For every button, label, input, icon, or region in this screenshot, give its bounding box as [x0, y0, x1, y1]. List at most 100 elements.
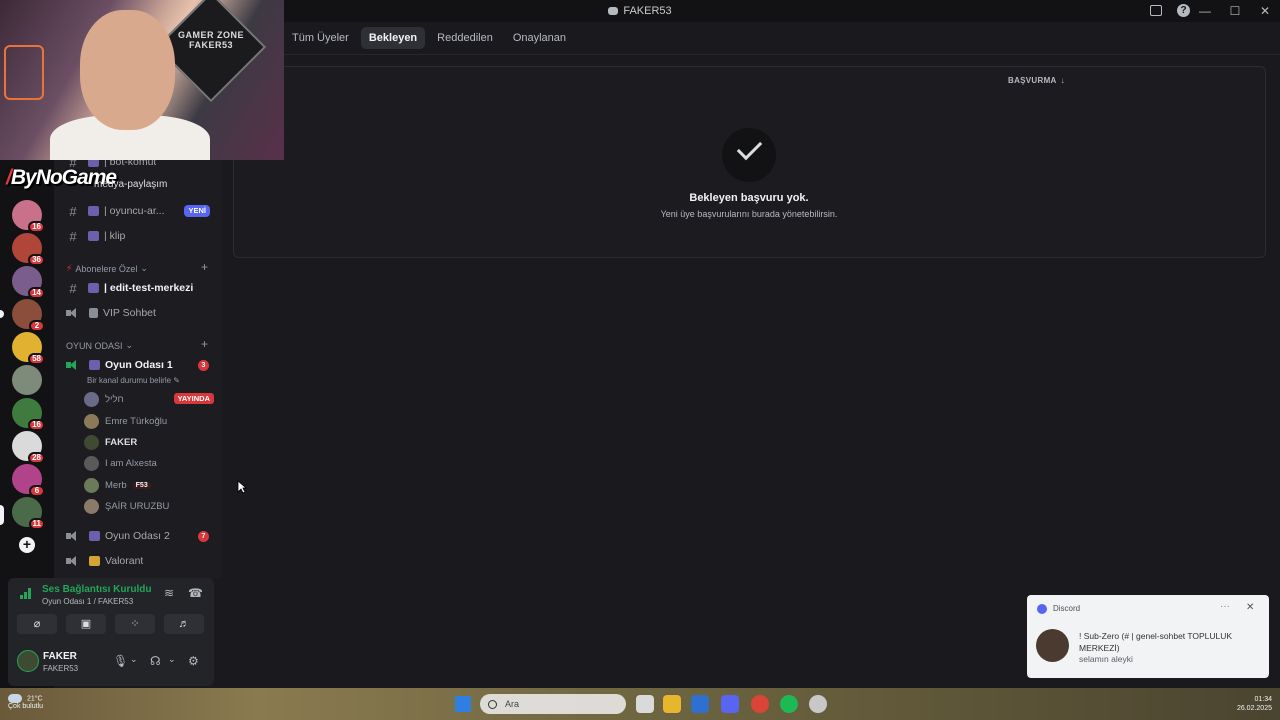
microphone-icon[interactable]: 🎙: [113, 654, 128, 668]
soundboard-button[interactable]: ♬: [164, 614, 204, 634]
sender-avatar: [1036, 629, 1069, 662]
task-view-icon[interactable]: [636, 695, 654, 713]
server-icon[interactable]: 11: [12, 497, 45, 530]
system-tray-clock[interactable]: 01:34 26.02.2025: [1237, 695, 1272, 713]
voice-location[interactable]: Oyun Odası 1 / FAKER53: [42, 597, 133, 606]
channel-edit-test-merkezi[interactable]: # | edit-test-merkezi: [54, 277, 222, 299]
steam-icon[interactable]: [809, 695, 827, 713]
channel-vip-sohbet[interactable]: VIP Sohbet: [54, 302, 222, 324]
sign-text: GAMER ZONE FAKER53: [177, 30, 244, 50]
voice-member[interactable]: Merb F53: [84, 475, 214, 495]
category-subscribers[interactable]: ⚡ Abonelere Özel ⌄: [66, 263, 148, 274]
discord-window: FAKER53 ? — ☐ ✕ Tüm Üyeler Bekleyen Redd…: [0, 0, 1280, 720]
category-label: Abonelere Özel: [75, 263, 138, 274]
server-icon[interactable]: 36: [12, 233, 45, 266]
maximize-button[interactable]: ☐: [1220, 4, 1250, 18]
more-options-icon[interactable]: ···: [1220, 601, 1230, 612]
category-oyun-odasi[interactable]: OYUN ODASI ⌄: [66, 340, 133, 351]
tab-pending[interactable]: Bekleyen: [360, 27, 426, 49]
hash-icon: #: [69, 280, 77, 296]
signal-icon[interactable]: [20, 587, 32, 599]
speaker-icon: [66, 360, 80, 370]
new-badge: YENİ: [184, 205, 210, 217]
chevron-down-icon[interactable]: ⌄: [130, 654, 138, 665]
mention-badge: 11: [28, 518, 45, 530]
tab-approved[interactable]: Onaylanan: [505, 27, 574, 49]
spotify-icon[interactable]: [780, 695, 798, 713]
lightning-icon: ⚡: [66, 263, 73, 273]
webcam-overlay: GAMER ZONE FAKER53: [0, 0, 284, 160]
mention-badge: 36: [28, 254, 45, 266]
windows-start-icon[interactable]: [455, 696, 471, 712]
tab-all-members[interactable]: Tüm Üyeler: [284, 27, 357, 49]
chevron-down-icon[interactable]: ⌄: [168, 654, 176, 665]
voice-status[interactable]: Ses Bağlantısı Kuruldu: [42, 584, 151, 595]
checkmark-icon: [722, 128, 776, 182]
empty-state-subtitle: Yeni üye başvurularını burada yönetebili…: [660, 209, 838, 219]
inbox-icon[interactable]: [1150, 5, 1162, 16]
voice-member[interactable]: FAKER: [84, 432, 214, 452]
server-icon[interactable]: 16: [12, 200, 45, 233]
add-server-button[interactable]: +: [19, 537, 35, 553]
channel-valorant[interactable]: Valorant: [54, 550, 222, 572]
server-icon[interactable]: 16: [12, 398, 45, 431]
disconnect-icon[interactable]: ☎: [188, 586, 203, 600]
server-icon[interactable]: 6: [12, 464, 45, 497]
close-icon[interactable]: ✕: [1246, 602, 1254, 613]
file-explorer-icon[interactable]: [663, 695, 681, 713]
clock-date: 26.02.2025: [1236, 705, 1272, 712]
server-icon[interactable]: 28: [12, 431, 45, 464]
voice-member[interactable]: I am Alxesta: [84, 453, 214, 473]
channel-medya-paylasim[interactable]: medya-paylaşım: [94, 179, 167, 190]
server-icon[interactable]: [12, 365, 42, 395]
user-name[interactable]: FAKER: [43, 651, 77, 662]
help-icon[interactable]: ?: [1177, 4, 1190, 17]
tab-rejected[interactable]: Reddedilen: [429, 27, 501, 49]
category-label: OYUN ODASI: [66, 340, 123, 351]
minimize-button[interactable]: —: [1190, 4, 1220, 18]
gear-icon[interactable]: ⚙: [188, 654, 199, 668]
user-count-badge: 7: [198, 531, 209, 542]
screen-share-button[interactable]: ▣: [66, 614, 106, 634]
store-icon[interactable]: [691, 695, 709, 713]
server-icon[interactable]: 14: [12, 266, 45, 299]
channel-oyun-odasi-1[interactable]: Oyun Odası 1 3: [54, 354, 222, 376]
channel-emoji-icon: [88, 231, 99, 241]
add-channel-icon[interactable]: +: [201, 337, 208, 351]
close-button[interactable]: ✕: [1250, 4, 1280, 18]
user-count-badge: 3: [198, 360, 209, 371]
chevron-down-icon: ⌄: [140, 263, 148, 273]
mention-badge: 14: [28, 287, 45, 299]
headphones-icon[interactable]: ☊: [150, 654, 161, 668]
channel-oyun-odasi-2[interactable]: Oyun Odası 2 7: [54, 525, 222, 547]
camera-button[interactable]: ⌀: [17, 614, 57, 634]
discord-notification[interactable]: Discord ··· ✕ ! Sub-Zero (# | genel-sohb…: [1027, 595, 1269, 678]
avatar[interactable]: [17, 650, 39, 672]
voice-member[interactable]: חליל YAYINDA: [84, 389, 214, 409]
speaker-icon: [66, 556, 80, 566]
sort-control[interactable]: BAŞVURMA ↓: [1008, 76, 1065, 85]
channel-klip[interactable]: # | klip: [54, 225, 222, 247]
voice-member[interactable]: Emre Türkoğlu: [84, 411, 214, 431]
noise-suppression-icon[interactable]: ≋: [164, 586, 174, 600]
channel-label: Oyun Odası 2: [105, 530, 170, 542]
channel-label: | klip: [104, 230, 126, 242]
chrome-icon[interactable]: [751, 695, 769, 713]
channel-status-hint[interactable]: Bir kanal durumu belirle ✎: [87, 376, 180, 385]
mention-badge: 16: [28, 419, 45, 431]
server-icon[interactable]: 58: [12, 332, 45, 365]
weather-temp: 21°C: [26, 695, 43, 703]
notification-app: Discord: [1053, 604, 1081, 613]
taskbar-search[interactable]: Ara: [480, 694, 626, 714]
arrow-down-icon: ↓: [1060, 76, 1065, 85]
discord-taskbar-icon[interactable]: [721, 695, 739, 713]
speaker-icon: [66, 308, 80, 318]
status-hint-text: Bir kanal durumu belirle: [87, 376, 172, 385]
add-channel-icon[interactable]: +: [201, 260, 208, 274]
member-name: ŞAİR URUZBU: [105, 500, 170, 512]
activities-button[interactable]: ⁘: [115, 614, 155, 634]
channel-oyuncu-arama[interactable]: # | oyuncu-ar... YENİ: [54, 200, 222, 222]
server-icon[interactable]: 2: [12, 299, 45, 332]
voice-member[interactable]: ŞAİR URUZBU: [84, 496, 214, 516]
weather-widget[interactable]: 21°C Çok bulutlu: [8, 694, 43, 710]
